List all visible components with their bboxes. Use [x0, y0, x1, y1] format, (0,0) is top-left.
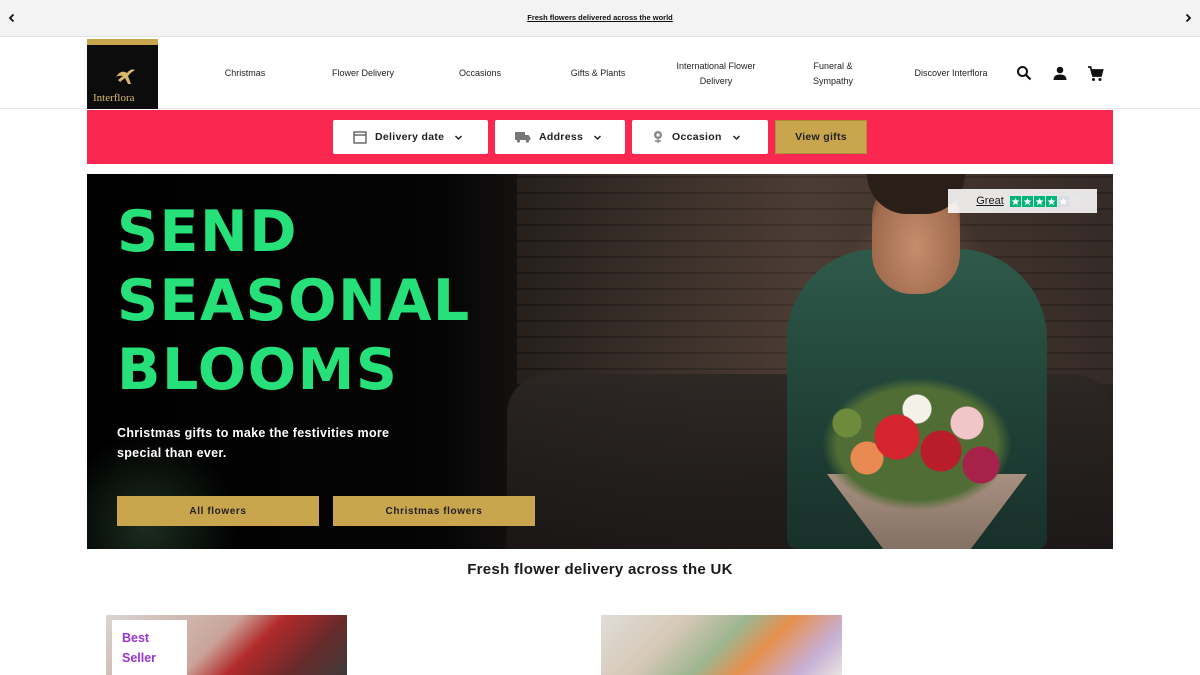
hero-banner: SEND SEASONAL BLOOMS Christmas gifts to …	[87, 174, 1113, 549]
chevron-down-icon	[732, 133, 741, 142]
star-icon	[1021, 195, 1033, 207]
calendar-icon	[353, 130, 367, 144]
site-header: Interflora Christmas Flower Delivery Occ…	[0, 38, 1200, 109]
account-button[interactable]	[1050, 63, 1070, 83]
hero-subtext: Christmas gifts to make the festivities …	[117, 426, 390, 460]
delivery-truck-icon	[515, 131, 531, 143]
star-icon	[1057, 195, 1069, 207]
nav-occasions[interactable]: Occasions	[445, 38, 515, 109]
product-card[interactable]	[601, 615, 842, 675]
hero-headline: SEND SEASONAL BLOOMS	[117, 198, 471, 405]
cart-button[interactable]	[1085, 63, 1105, 83]
trustpilot-widget[interactable]: Great	[948, 189, 1097, 213]
badge-line-2: Seller	[122, 651, 157, 665]
best-seller-badge: Best Seller	[112, 620, 187, 675]
announcement-link[interactable]: Fresh flowers delivered across the world	[0, 13, 1200, 22]
announcement-bar: Fresh flowers delivered across the world	[0, 0, 1200, 37]
chevron-down-icon	[454, 133, 463, 142]
hero-headline-line-1: SEND	[117, 199, 299, 265]
search-icon	[1017, 66, 1032, 81]
star-icon	[1033, 195, 1045, 207]
view-gifts-button[interactable]: View gifts	[775, 120, 867, 154]
gift-finder-bar: Delivery date Address Occasion View gift…	[87, 110, 1113, 164]
address-dropdown[interactable]: Address	[495, 120, 625, 154]
delivery-date-label: Delivery date	[375, 131, 445, 143]
cart-icon	[1087, 65, 1104, 81]
hero-headline-line-3: BLOOMS	[117, 337, 399, 403]
chevron-right-icon	[1185, 13, 1192, 23]
all-flowers-button[interactable]: All flowers	[117, 496, 319, 526]
hero-bouquet	[817, 374, 1017, 514]
star-icon	[1009, 195, 1021, 207]
product-card[interactable]: Best Seller	[106, 615, 347, 675]
trustpilot-stars	[1009, 195, 1069, 207]
nav-flower-delivery[interactable]: Flower Delivery	[318, 38, 408, 109]
chevron-down-icon	[593, 133, 602, 142]
nav-international-flower-delivery[interactable]: International Flower Delivery	[676, 38, 756, 109]
occasion-label: Occasion	[672, 131, 722, 143]
search-button[interactable]	[1014, 63, 1034, 83]
nav-christmas[interactable]: Christmas	[205, 38, 285, 109]
mercury-icon	[116, 69, 135, 84]
star-icon	[1045, 195, 1057, 207]
nav-discover-interflora[interactable]: Discover Interflora	[900, 38, 1002, 109]
hero-headline-line-2: SEASONAL	[117, 268, 471, 334]
section-title: Fresh flower delivery across the UK	[467, 561, 733, 578]
address-label: Address	[539, 131, 584, 143]
nav-funeral-sympathy[interactable]: Funeral & Sympathy	[798, 38, 868, 109]
trustpilot-rating-label: Great	[976, 195, 1004, 207]
interflora-logo[interactable]: Interflora	[87, 39, 158, 109]
logo-wordmark: Interflora	[93, 92, 135, 104]
flower-icon	[652, 130, 664, 144]
nav-gifts-plants[interactable]: Gifts & Plants	[558, 38, 638, 109]
occasion-dropdown[interactable]: Occasion	[632, 120, 768, 154]
badge-line-1: Best	[122, 631, 150, 645]
next-announcement-button[interactable]	[1179, 9, 1197, 27]
account-icon	[1053, 66, 1067, 80]
christmas-flowers-button[interactable]: Christmas flowers	[333, 496, 535, 526]
delivery-date-dropdown[interactable]: Delivery date	[333, 120, 488, 154]
